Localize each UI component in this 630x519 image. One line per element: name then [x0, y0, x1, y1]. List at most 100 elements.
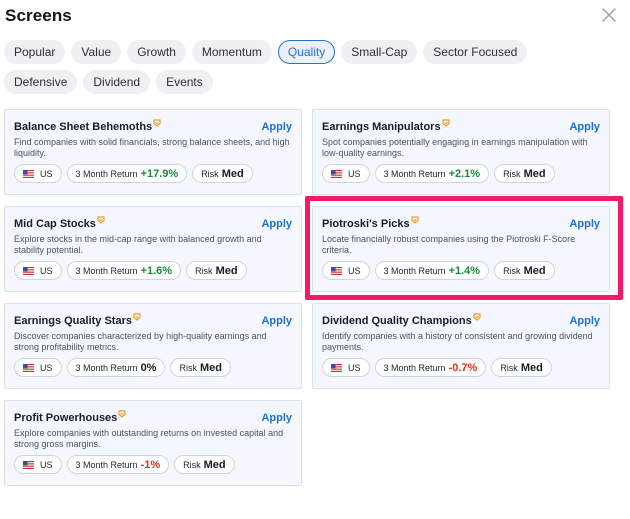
us-flag-icon — [23, 460, 34, 469]
us-flag-icon — [331, 266, 342, 275]
us-flag-icon — [331, 363, 342, 372]
region-chip: US — [322, 358, 370, 377]
us-flag-icon — [23, 363, 34, 372]
screen-card[interactable]: Earnings Manipulators Apply Spot compani… — [312, 109, 610, 195]
screen-card[interactable]: Profit Powerhouses Apply Explore compani… — [4, 400, 302, 486]
risk-chip: Risk Med — [192, 164, 253, 183]
apply-button[interactable]: Apply — [569, 315, 600, 327]
risk-value: Med — [203, 458, 226, 471]
screen-card-description: Locate financially robust companies usin… — [322, 234, 576, 255]
risk-label: Risk — [503, 265, 521, 276]
tab-quality[interactable]: Quality — [277, 40, 336, 64]
risk-chip: Risk Med — [494, 164, 555, 183]
return-value: +1.6% — [140, 264, 173, 277]
screen-card[interactable]: Dividend Quality Champions Apply Identif… — [312, 303, 610, 389]
risk-label: Risk — [179, 362, 197, 373]
tab-growth[interactable]: Growth — [127, 40, 186, 64]
return-value: 0% — [140, 361, 157, 374]
region-label: US — [40, 362, 53, 373]
risk-chip: Risk Med — [174, 455, 235, 474]
apply-button[interactable]: Apply — [569, 218, 600, 230]
screen-card-title: Earnings Quality Stars — [14, 315, 132, 327]
screen-card[interactable]: Mid Cap Stocks Apply Explore stocks in t… — [4, 206, 302, 292]
apply-button[interactable]: Apply — [569, 121, 600, 133]
screen-card-description: Spot companies potentially engaging in e… — [322, 137, 588, 158]
return-label: 3 Month Return — [383, 362, 446, 373]
risk-value: Med — [523, 264, 546, 277]
tab-defensive[interactable]: Defensive — [4, 70, 78, 94]
premium-badge-icon — [411, 215, 419, 224]
apply-button[interactable]: Apply — [261, 315, 292, 327]
region-label: US — [40, 265, 53, 276]
risk-label: Risk — [201, 168, 219, 179]
screen-card-title: Earnings Manipulators — [322, 121, 441, 133]
screen-card[interactable]: Piotroski's Picks Apply Locate financial… — [312, 206, 610, 292]
apply-button[interactable]: Apply — [261, 218, 292, 230]
tab-small-cap[interactable]: Small-Cap — [341, 40, 418, 64]
us-flag-icon — [331, 169, 342, 178]
screens-header: Screens — [5, 6, 618, 28]
screen-card[interactable]: Earnings Quality Stars Apply Discover co… — [4, 303, 302, 389]
return-label: 3 Month Return — [75, 168, 138, 179]
region-chip: US — [322, 261, 370, 280]
region-label: US — [348, 265, 361, 276]
risk-chip: Risk Med — [494, 261, 555, 280]
premium-badge-icon — [473, 312, 481, 321]
premium-badge-icon — [97, 215, 105, 224]
tab-momentum[interactable]: Momentum — [191, 40, 272, 64]
return-chip: 3 Month Return -0.7% — [374, 358, 487, 377]
us-flag-icon — [23, 169, 34, 178]
return-chip: 3 Month Return 0% — [66, 358, 166, 377]
return-label: 3 Month Return — [75, 265, 138, 276]
screen-card-description: Discover companies characterized by high… — [14, 331, 267, 352]
risk-label: Risk — [195, 265, 213, 276]
region-chip: US — [14, 455, 62, 474]
risk-value: Med — [523, 167, 546, 180]
tab-events[interactable]: Events — [156, 70, 213, 94]
return-value: +2.1% — [448, 167, 481, 180]
tab-popular[interactable]: Popular — [4, 40, 66, 64]
risk-chip: Risk Med — [186, 261, 247, 280]
apply-button[interactable]: Apply — [261, 412, 292, 424]
return-label: 3 Month Return — [75, 459, 138, 470]
apply-button[interactable]: Apply — [261, 121, 292, 133]
screen-card-title: Profit Powerhouses — [14, 412, 118, 424]
return-chip: 3 Month Return -1% — [66, 455, 170, 474]
category-tabs: Popular Value Growth Momentum Quality Sm… — [4, 40, 604, 94]
risk-chip: Risk Med — [170, 358, 231, 377]
premium-badge-icon — [133, 312, 141, 321]
screen-card-title: Piotroski's Picks — [322, 218, 410, 230]
screen-card-description: Explore companies with outstanding retur… — [14, 428, 284, 449]
screen-card-title: Balance Sheet Behemoths — [14, 121, 153, 133]
region-label: US — [348, 168, 361, 179]
region-label: US — [40, 459, 53, 470]
return-label: 3 Month Return — [75, 362, 138, 373]
us-flag-icon — [23, 266, 34, 275]
screen-card-title: Mid Cap Stocks — [14, 218, 96, 230]
tab-sector-focused[interactable]: Sector Focused — [423, 40, 528, 64]
close-icon[interactable] — [600, 6, 618, 24]
region-chip: US — [14, 358, 62, 377]
premium-badge-icon — [153, 118, 161, 127]
tab-dividend[interactable]: Dividend — [83, 70, 151, 94]
premium-badge-icon — [118, 409, 126, 418]
screen-card-description: Explore stocks in the mid-cap range with… — [14, 234, 262, 255]
risk-chip: Risk Med — [491, 358, 552, 377]
return-label: 3 Month Return — [383, 168, 446, 179]
return-chip: 3 Month Return +17.9% — [66, 164, 188, 183]
premium-badge-icon — [441, 118, 450, 127]
tab-value[interactable]: Value — [71, 40, 122, 64]
risk-label: Risk — [183, 459, 201, 470]
screen-card[interactable]: Balance Sheet Behemoths Apply Find compa… — [4, 109, 302, 195]
return-value: -1% — [140, 458, 161, 471]
return-value: +17.9% — [140, 167, 179, 180]
risk-value: Med — [520, 361, 543, 374]
return-value: -0.7% — [448, 361, 478, 374]
risk-label: Risk — [503, 168, 521, 179]
risk-value: Med — [199, 361, 222, 374]
return-label: 3 Month Return — [383, 265, 446, 276]
return-chip: 3 Month Return +1.4% — [374, 261, 490, 280]
region-chip: US — [322, 164, 370, 183]
region-label: US — [348, 362, 361, 373]
screen-card-title: Dividend Quality Champions — [322, 315, 472, 327]
